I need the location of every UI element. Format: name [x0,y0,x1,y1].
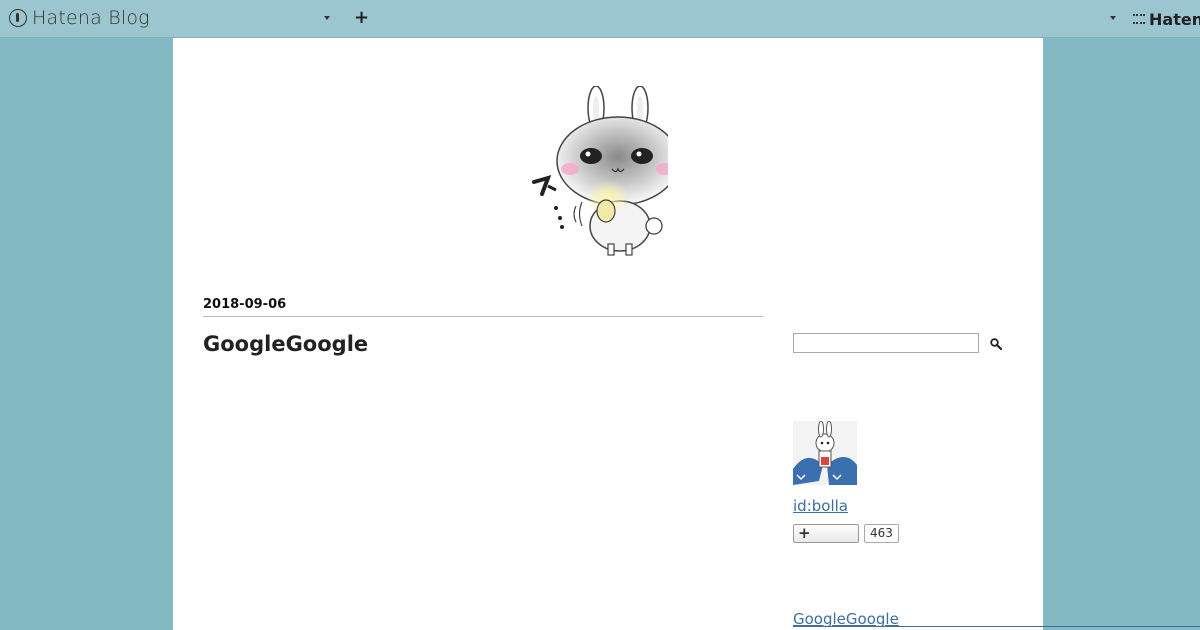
subscribe-button[interactable]: + [793,524,859,543]
entry-title[interactable]: GoogleGoogle [203,332,368,356]
plus-icon: + [798,524,811,542]
search-input[interactable] [793,333,979,353]
profile-id-link[interactable]: id:bolla [793,497,848,515]
entry-date[interactable]: 2018-09-06 [203,297,286,312]
subscriber-count: 463 [864,524,899,543]
rabbit-header-image[interactable] [528,86,668,256]
hatena-blog-logo[interactable]: Hatena Blog [9,7,150,29]
hatena-icon [1133,14,1145,24]
global-header: Hatena Blog + Hatena [0,0,1200,38]
search-icon[interactable] [990,338,1002,350]
section-divider [793,626,1200,627]
dropdown-caret-icon[interactable] [324,16,330,20]
hatena-label: Hatena [1149,9,1200,29]
hatena-logo-icon [9,9,27,27]
account-dropdown-icon[interactable] [1110,16,1116,20]
brand-name: Hatena Blog [32,7,150,29]
profile-avatar[interactable] [793,421,857,485]
date-divider [203,316,763,317]
hatena-link[interactable]: Hatena [1133,9,1200,29]
add-entry-button[interactable]: + [354,9,369,27]
blog-container: 2018-09-06 GoogleGoogle id:bolla + 463 G… [173,38,1043,630]
